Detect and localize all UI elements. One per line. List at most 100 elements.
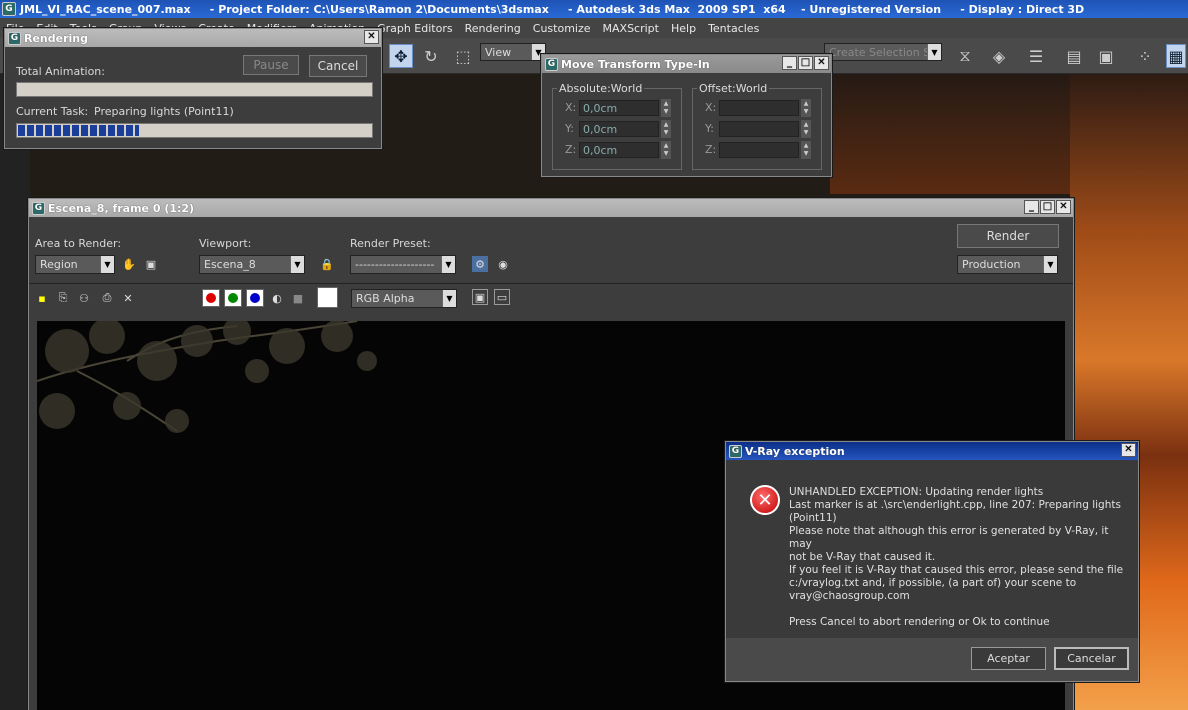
render-setup-icon[interactable]: ▦: [1166, 44, 1186, 68]
left-panel: [0, 74, 30, 710]
pause-button[interactable]: Pause: [243, 55, 299, 75]
transform-title-bar: G Move Transform Type-In _ □ ✕: [542, 55, 831, 73]
close-icon[interactable]: ✕: [814, 56, 829, 70]
maximize-icon[interactable]: □: [1040, 200, 1055, 214]
menu-help[interactable]: Help: [665, 22, 702, 35]
absolute-world-label: Absolute:World: [557, 82, 645, 95]
off-x-spinner[interactable]: ▲ ▼: [801, 99, 811, 117]
toggle-ui-overlay-icon[interactable]: ▣: [472, 289, 488, 305]
close-icon[interactable]: ✕: [364, 30, 379, 44]
area-to-render-label: Area to Render:: [35, 237, 122, 250]
save-icon[interactable]: ▪: [34, 290, 50, 306]
off-z-spinner[interactable]: ▲ ▼: [801, 141, 811, 159]
area-to-render-combo[interactable]: Region ▼: [35, 255, 115, 274]
off-z-field[interactable]: [719, 142, 799, 158]
abs-y-spinner[interactable]: ▲ ▼: [661, 120, 671, 138]
off-x-field[interactable]: [719, 100, 799, 116]
abs-z-label: Z:: [565, 143, 577, 156]
message-line: If you feel it is V-Ray that caused this…: [789, 564, 1124, 576]
schematic-icon[interactable]: ▣: [1094, 44, 1118, 68]
app-icon: G: [545, 57, 558, 71]
display-channel-value: RGB Alpha: [356, 292, 415, 305]
app-icon: G: [2, 2, 16, 16]
maximize-icon[interactable]: □: [798, 56, 813, 70]
rendering-title: Rendering: [24, 31, 88, 45]
region-icon[interactable]: ▣: [143, 256, 159, 272]
curve-editor-icon[interactable]: ▤: [1062, 44, 1086, 68]
viewport-label: Viewport:: [199, 237, 252, 250]
render-button[interactable]: Render: [957, 224, 1059, 248]
cancel-button[interactable]: Cancelar: [1054, 647, 1129, 670]
accept-button[interactable]: Aceptar: [971, 647, 1046, 670]
app-title-bar: G JML_VI_RAC_scene_007.max - Project Fol…: [0, 0, 1188, 18]
clone-icon[interactable]: ⚇: [76, 290, 92, 306]
environment-icon[interactable]: ◉: [495, 256, 511, 272]
menu-tentacles[interactable]: Tentacles: [702, 22, 765, 35]
clear-icon[interactable]: ✕: [120, 290, 136, 306]
close-icon[interactable]: ✕: [1056, 200, 1071, 214]
message-line: UNHANDLED EXCEPTION: Updating render lig…: [789, 486, 1044, 498]
rendering-title-bar: G Rendering ✕: [5, 29, 381, 47]
reference-coord-value: View: [485, 45, 512, 59]
selection-set-combo[interactable]: Create Selection Set ▼: [824, 43, 942, 61]
vray-title-bar: G V-Ray exception ✕: [726, 442, 1138, 460]
monochrome-icon[interactable]: ■: [290, 290, 306, 306]
render-mode-combo[interactable]: Production ▼: [957, 255, 1058, 274]
reference-coord-combo[interactable]: View ▼: [480, 43, 546, 61]
task-progress-fill: [18, 125, 139, 136]
off-z-label: Z:: [705, 143, 717, 156]
offset-world-label: Offset:World: [697, 82, 770, 95]
align-icon[interactable]: ◈: [987, 44, 1011, 68]
menu-graph-editors[interactable]: Graph Editors: [371, 22, 459, 35]
current-task-value: Preparing lights (Point11): [94, 105, 234, 118]
move-transform-window: G Move Transform Type-In _ □ ✕ Absolute:…: [541, 54, 832, 177]
off-y-spinner[interactable]: ▲ ▼: [801, 120, 811, 138]
lock-icon[interactable]: 🔒: [319, 256, 335, 272]
message-line: Last marker is at .\src\enderlight.cpp, …: [789, 499, 1121, 511]
hand-icon[interactable]: ✋: [121, 256, 137, 272]
render-setup-icon[interactable]: ⚙: [472, 256, 488, 272]
alpha-channel-icon[interactable]: ◐: [269, 290, 285, 306]
display-channel-combo[interactable]: RGB Alpha ▼: [351, 289, 457, 308]
material-editor-icon[interactable]: ⁘: [1133, 44, 1157, 68]
abs-z-field[interactable]: 0,0cm: [579, 142, 659, 158]
render-preset-combo[interactable]: -------------------- ▼: [350, 255, 456, 274]
current-task-label: Current Task:: [16, 105, 89, 118]
layers-icon[interactable]: ☰: [1024, 44, 1048, 68]
frame-title: Escena_8, frame 0 (1:2): [48, 201, 195, 215]
rotate-icon[interactable]: ↻: [419, 44, 443, 68]
cancel-button[interactable]: Cancel: [309, 55, 367, 77]
abs-z-spinner[interactable]: ▲ ▼: [661, 141, 671, 159]
message-line: (Point11): [789, 512, 837, 524]
menu-customize[interactable]: Customize: [527, 22, 597, 35]
chevron-down-icon: ▼: [1043, 256, 1057, 273]
move-icon[interactable]: ✥: [389, 44, 413, 68]
close-icon[interactable]: ✕: [1121, 443, 1136, 457]
app-icon: G: [32, 201, 45, 215]
abs-y-field[interactable]: 0,0cm: [579, 121, 659, 137]
minimize-icon[interactable]: _: [782, 56, 797, 70]
vray-title: V-Ray exception: [745, 444, 845, 458]
green-channel-icon[interactable]: [224, 289, 242, 307]
scale-icon[interactable]: ⬚: [451, 44, 475, 68]
blue-channel-icon[interactable]: [246, 289, 264, 307]
red-channel-icon[interactable]: [202, 289, 220, 307]
abs-x-spinner[interactable]: ▲ ▼: [661, 99, 671, 117]
render-mode-value: Production: [962, 258, 1021, 271]
color-swatch[interactable]: [317, 287, 338, 308]
menu-maxscript[interactable]: MAXScript: [597, 22, 665, 35]
app-icon: G: [729, 444, 742, 458]
minimize-icon[interactable]: _: [1024, 200, 1039, 214]
toggle-ui-icon[interactable]: ▭: [494, 289, 510, 305]
print-icon[interactable]: ⎙: [99, 290, 115, 306]
render-preset-value: --------------------: [355, 258, 435, 271]
frame-title-bar: G Escena_8, frame 0 (1:2) _ □ ✕: [29, 199, 1073, 217]
copy-icon[interactable]: ⎘: [55, 290, 71, 306]
menu-rendering[interactable]: Rendering: [459, 22, 527, 35]
viewport-combo[interactable]: Escena_8 ▼: [199, 255, 305, 274]
abs-x-field[interactable]: 0,0cm: [579, 100, 659, 116]
off-y-field[interactable]: [719, 121, 799, 137]
message-line: vray@chaosgroup.com: [789, 590, 910, 602]
viewport-value: Escena_8: [204, 258, 256, 271]
mirror-icon[interactable]: ⧖: [953, 44, 977, 68]
